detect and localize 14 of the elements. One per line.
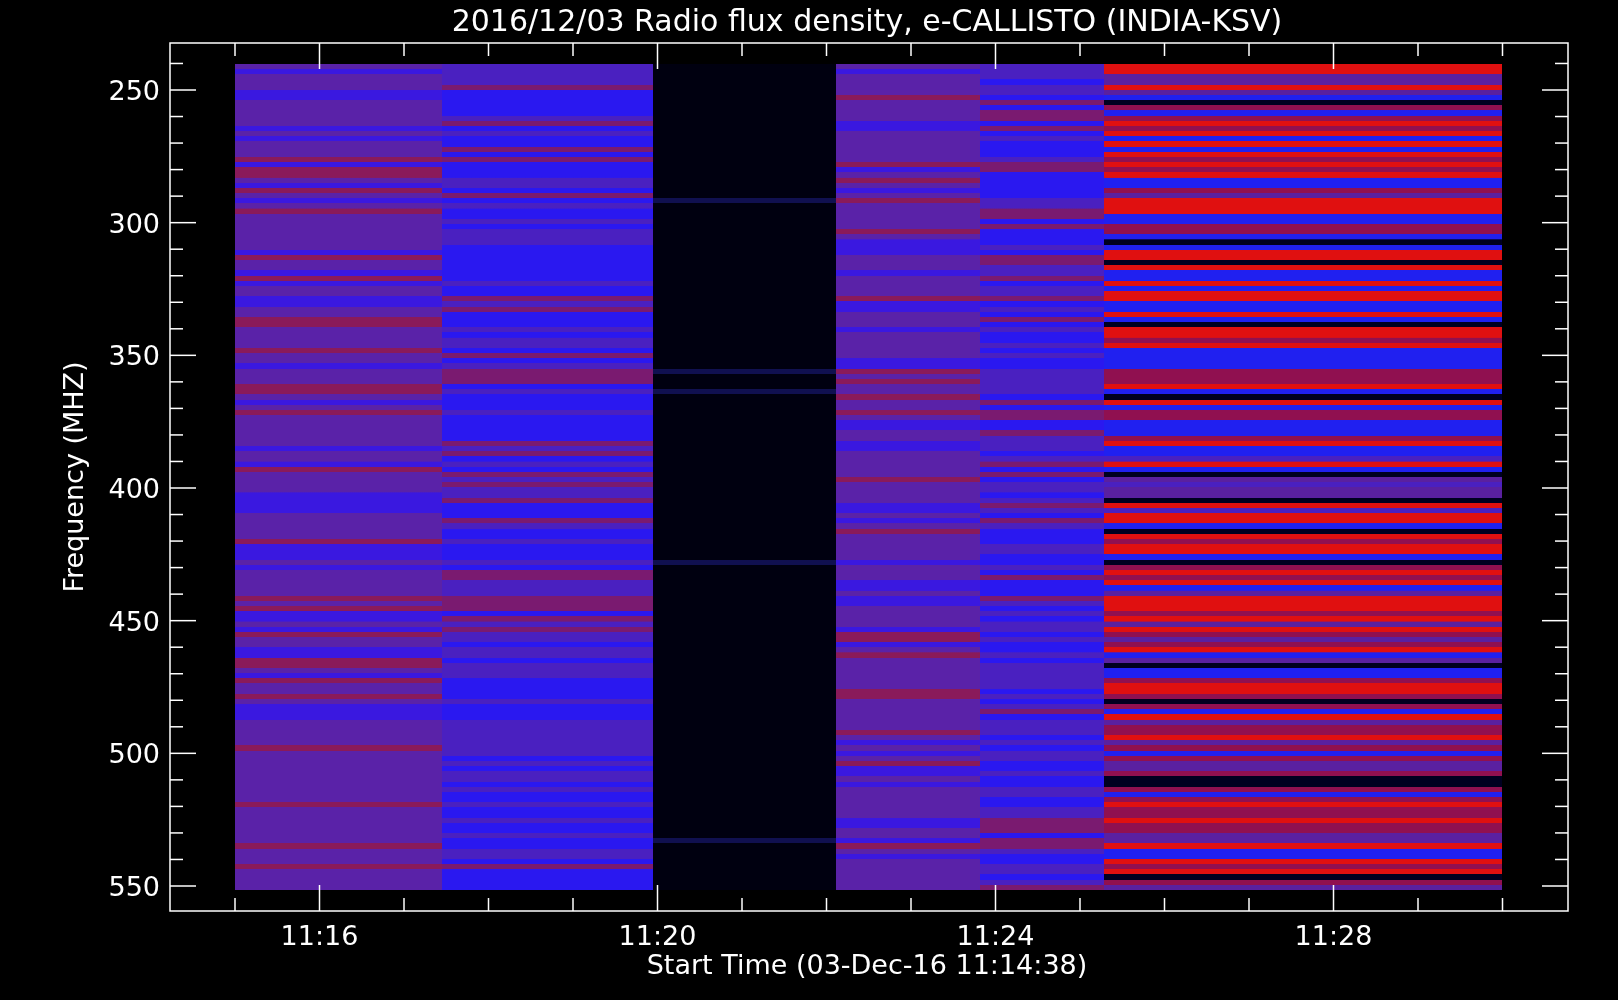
- chart-title: 2016/12/03 Radio flux density, e-CALLISTO (INDIA-KSV): [451, 3, 1283, 38]
- x-tick-label: 11:20: [618, 920, 697, 951]
- x-tick-label: 11:24: [956, 920, 1035, 951]
- y-tick-label: 450: [108, 605, 160, 637]
- y-tick-label: 500: [108, 738, 160, 770]
- x-tick-label: 11:28: [1294, 920, 1373, 951]
- y-tick-label: 300: [108, 207, 160, 239]
- x-axis-label: Start Time (03-Dec-16 11:14:38): [646, 949, 1088, 980]
- x-tick-label: 11:16: [280, 920, 359, 951]
- y-axis-label: Frequency (MHZ): [58, 361, 89, 593]
- y-tick-label: 350: [108, 340, 160, 372]
- y-tick-label: 550: [108, 871, 160, 902]
- y-tick-label: 250: [108, 75, 160, 106]
- y-tick-label: 400: [108, 473, 160, 504]
